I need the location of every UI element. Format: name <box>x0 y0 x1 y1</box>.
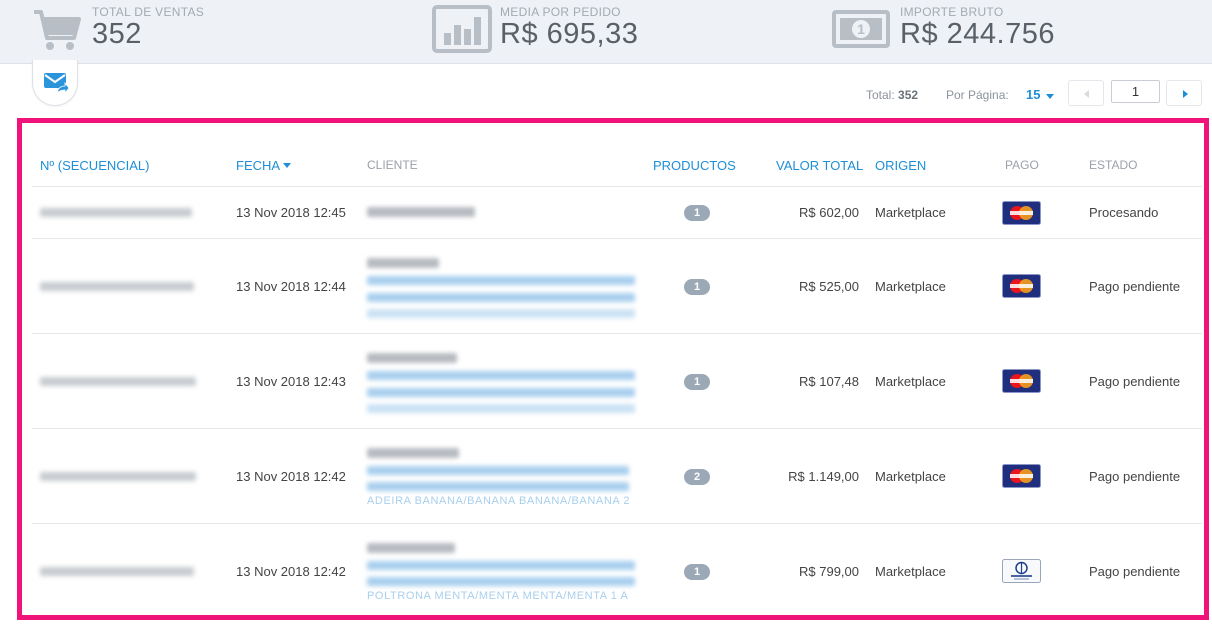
column-header-total[interactable]: VALOR TOTAL <box>776 158 863 173</box>
product-link-redacted[interactable] <box>367 561 635 570</box>
product-link-redacted[interactable] <box>367 371 635 380</box>
column-header-date[interactable]: FECHA <box>236 158 292 173</box>
per-page-label: Por Página: <box>946 88 1009 102</box>
order-total: R$ 525,00 <box>799 279 859 294</box>
order-status: Procesando <box>1089 205 1159 220</box>
products-count-badge: 2 <box>684 469 710 485</box>
banknote-icon: 1 <box>832 10 890 53</box>
order-origin: Marketplace <box>875 205 946 220</box>
order-origin: Marketplace <box>875 374 946 389</box>
order-origin: Marketplace <box>875 469 946 484</box>
order-status: Pago pendiente <box>1089 564 1181 579</box>
table-header: Nº (SECUENCIAL) FECHA CLIENTE PRODUCTOS … <box>32 143 1202 187</box>
product-link-redacted[interactable] <box>367 309 635 318</box>
order-id-redacted <box>40 208 192 217</box>
order-id-redacted <box>40 282 194 291</box>
per-page-select[interactable]: 15 <box>1026 87 1040 102</box>
product-link-redacted[interactable] <box>367 388 635 397</box>
chevron-down-icon[interactable] <box>1046 94 1054 99</box>
svg-text:1: 1 <box>857 21 865 37</box>
column-header-payment: PAGO <box>1005 158 1039 172</box>
total-value: 352 <box>898 88 919 102</box>
mail-forward-icon <box>44 73 69 95</box>
diners-club-icon <box>1002 559 1041 583</box>
mastercard-icon <box>1002 201 1041 225</box>
mastercard-icon <box>1002 274 1041 298</box>
order-status: Pago pendiente <box>1089 374 1181 389</box>
products-count-badge: 1 <box>684 374 710 390</box>
stats-bar: TOTAL DE VENTAS 352 MEDIA POR PEDIDO R$ … <box>0 0 1212 64</box>
column-header-status: ESTADO <box>1089 158 1138 172</box>
products-count-badge: 1 <box>684 205 710 221</box>
order-origin: Marketplace <box>875 564 946 579</box>
mastercard-icon <box>1002 464 1041 488</box>
product-link-redacted[interactable] <box>367 577 635 586</box>
cart-icon <box>32 8 82 57</box>
table-row[interactable]: 13 Nov 2018 12:44 1 R$ 525,00 Marketplac… <box>32 239 1202 334</box>
stat-label: IMPORTE BRUTO <box>900 5 1004 19</box>
column-header-origin[interactable]: ORIGEN <box>875 158 926 173</box>
mastercard-icon <box>1002 369 1041 393</box>
column-header-products[interactable]: PRODUCTOS <box>653 158 736 173</box>
column-header-client: CLIENTE <box>367 158 418 172</box>
column-header-date-label: FECHA <box>236 158 281 173</box>
total-label: Total: <box>866 88 895 102</box>
product-link[interactable]: ADEIRA BANANA/BANANA BANANA/BANANA 2 <box>367 495 630 507</box>
client-name-redacted <box>367 448 459 458</box>
order-date: 13 Nov 2018 12:44 <box>236 279 346 294</box>
email-export-button[interactable] <box>32 60 78 106</box>
order-origin: Marketplace <box>875 279 946 294</box>
table-row[interactable]: 13 Nov 2018 12:42 ADEIRA BANANA/BANANA B… <box>32 429 1202 524</box>
table-row[interactable]: 13 Nov 2018 12:42 POLTRONA MENTA/MENTA M… <box>32 524 1202 614</box>
order-total: R$ 602,00 <box>799 205 859 220</box>
order-date: 13 Nov 2018 12:43 <box>236 374 346 389</box>
order-date: 13 Nov 2018 12:45 <box>236 205 346 220</box>
products-count-badge: 1 <box>684 279 710 295</box>
order-total: R$ 799,00 <box>799 564 859 579</box>
client-name-redacted <box>367 258 439 268</box>
product-link[interactable]: POLTRONA MENTA/MENTA MENTA/MENTA 1 A <box>367 590 628 602</box>
total-count: Total: 352 <box>866 88 918 102</box>
table-row[interactable]: 13 Nov 2018 12:45 1 R$ 602,00 Marketplac… <box>32 187 1202 239</box>
order-date: 13 Nov 2018 12:42 <box>236 564 346 579</box>
order-status: Pago pendiente <box>1089 279 1181 294</box>
previous-page-button[interactable] <box>1068 80 1104 106</box>
stat-value: R$ 244.756 <box>900 18 1055 50</box>
order-id-redacted <box>40 567 194 576</box>
product-link-redacted[interactable] <box>367 404 635 413</box>
client-name-redacted <box>367 353 457 363</box>
client-name-redacted <box>367 543 455 553</box>
column-header-id[interactable]: Nº (SECUENCIAL) <box>40 158 149 173</box>
stat-label: TOTAL DE VENTAS <box>92 5 205 19</box>
order-total: R$ 1.149,00 <box>788 469 859 484</box>
order-total: R$ 107,48 <box>799 374 859 389</box>
stat-label: MEDIA POR PEDIDO <box>500 5 621 19</box>
order-status: Pago pendiente <box>1089 469 1181 484</box>
product-link-redacted[interactable] <box>367 466 629 475</box>
stat-value: 352 <box>92 18 142 50</box>
order-id-redacted <box>40 472 196 481</box>
bar-chart-icon <box>432 5 492 58</box>
product-link-redacted[interactable] <box>367 482 629 491</box>
page-number-input[interactable] <box>1111 80 1160 103</box>
products-count-badge: 1 <box>684 564 710 580</box>
sort-desc-icon <box>283 163 292 168</box>
stat-value: R$ 695,33 <box>500 18 639 50</box>
order-id-redacted <box>40 377 196 386</box>
product-link-redacted[interactable] <box>367 276 635 285</box>
client-name-redacted <box>367 207 475 217</box>
next-page-button[interactable] <box>1166 80 1202 106</box>
table-row[interactable]: 13 Nov 2018 12:43 1 R$ 107,48 Marketplac… <box>32 334 1202 429</box>
product-link-redacted[interactable] <box>367 293 635 302</box>
order-date: 13 Nov 2018 12:42 <box>236 469 346 484</box>
